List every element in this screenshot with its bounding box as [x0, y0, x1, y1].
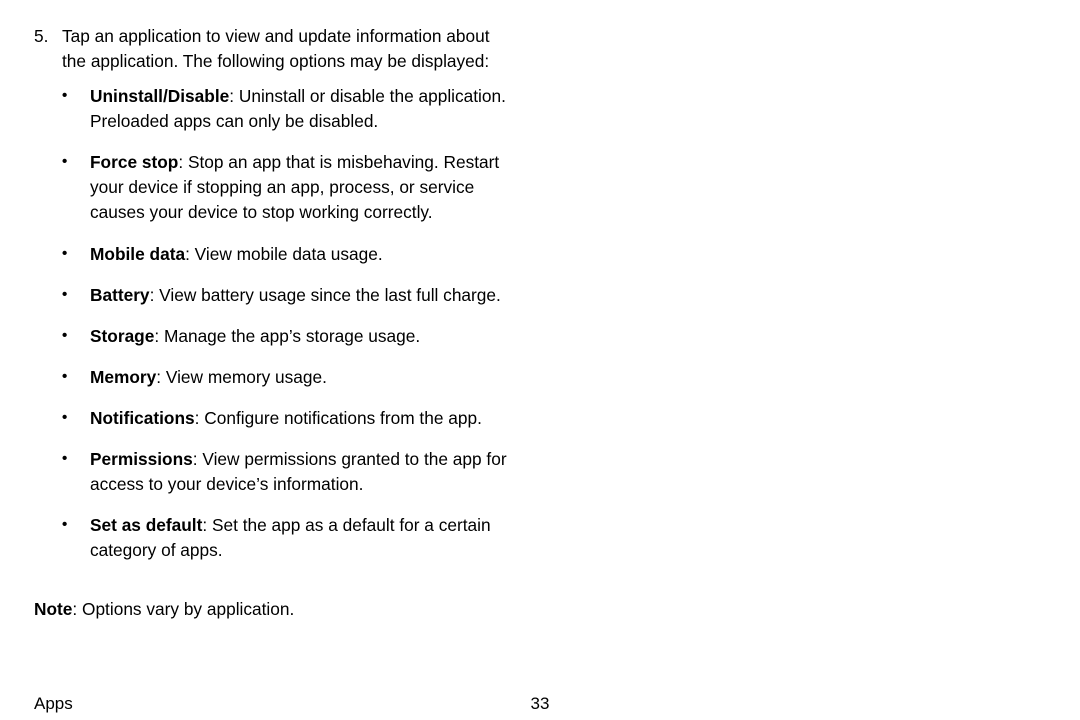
option-desc: : View mobile data usage.	[185, 244, 383, 264]
option-uninstall-disable: • Uninstall/Disable: Uninstall or disabl…	[62, 84, 512, 134]
option-label: Notifications	[90, 408, 195, 428]
footer-section-title: Apps	[34, 694, 73, 714]
option-text: Permissions: View permissions granted to…	[90, 447, 512, 497]
option-text: Storage: Manage the app’s storage usage.	[90, 324, 512, 349]
bullet-icon: •	[62, 150, 90, 225]
bullet-icon: •	[62, 84, 90, 134]
option-label: Battery	[90, 285, 150, 305]
option-label: Storage	[90, 326, 154, 346]
option-storage: • Storage: Manage the app’s storage usag…	[62, 324, 512, 349]
bullet-icon: •	[62, 513, 90, 563]
manual-page: 5. Tap an application to view and update…	[0, 0, 1080, 720]
option-text: Uninstall/Disable: Uninstall or disable …	[90, 84, 512, 134]
option-desc: : View battery usage since the last full…	[150, 285, 501, 305]
option-label: Permissions	[90, 449, 193, 469]
option-permissions: • Permissions: View permissions granted …	[62, 447, 512, 497]
option-label: Set as default	[90, 515, 202, 535]
option-battery: • Battery: View battery usage since the …	[62, 283, 512, 308]
option-text: Memory: View memory usage.	[90, 365, 512, 390]
option-desc: : Configure notifications from the app.	[195, 408, 482, 428]
option-text: Mobile data: View mobile data usage.	[90, 242, 512, 267]
two-column-body: 5. Tap an application to view and update…	[34, 24, 1046, 654]
note-label: Note	[34, 599, 72, 619]
option-label: Memory	[90, 367, 156, 387]
option-label: Mobile data	[90, 244, 185, 264]
option-set-as-default: • Set as default: Set the app as a defau…	[62, 513, 512, 563]
bullet-icon: •	[62, 447, 90, 497]
step-intro-text: Tap an application to view and update in…	[62, 26, 490, 71]
bullet-icon: •	[62, 242, 90, 267]
note-paragraph: Note: Options vary by application.	[34, 597, 512, 622]
step-body: Tap an application to view and update in…	[62, 24, 512, 579]
option-text: Force stop: Stop an app that is misbehav…	[90, 150, 512, 225]
bullet-icon: •	[62, 324, 90, 349]
option-label: Uninstall/Disable	[90, 86, 229, 106]
note-text: : Options vary by application.	[72, 599, 294, 619]
bullet-icon: •	[62, 365, 90, 390]
option-memory: • Memory: View memory usage.	[62, 365, 512, 390]
options-list: • Uninstall/Disable: Uninstall or disabl…	[62, 84, 512, 563]
bullet-icon: •	[62, 283, 90, 308]
option-text: Battery: View battery usage since the la…	[90, 283, 512, 308]
option-text: Set as default: Set the app as a default…	[90, 513, 512, 563]
option-desc: : View memory usage.	[156, 367, 327, 387]
option-label: Force stop	[90, 152, 178, 172]
numbered-step: 5. Tap an application to view and update…	[34, 24, 512, 579]
option-notifications: • Notifications: Configure notifications…	[62, 406, 512, 431]
option-mobile-data: • Mobile data: View mobile data usage.	[62, 242, 512, 267]
footer-page-number: 33	[531, 694, 550, 714]
bullet-icon: •	[62, 406, 90, 431]
step-number: 5.	[34, 24, 62, 579]
option-text: Notifications: Configure notifications f…	[90, 406, 512, 431]
option-desc: : Manage the app’s storage usage.	[154, 326, 420, 346]
option-force-stop: • Force stop: Stop an app that is misbeh…	[62, 150, 512, 225]
